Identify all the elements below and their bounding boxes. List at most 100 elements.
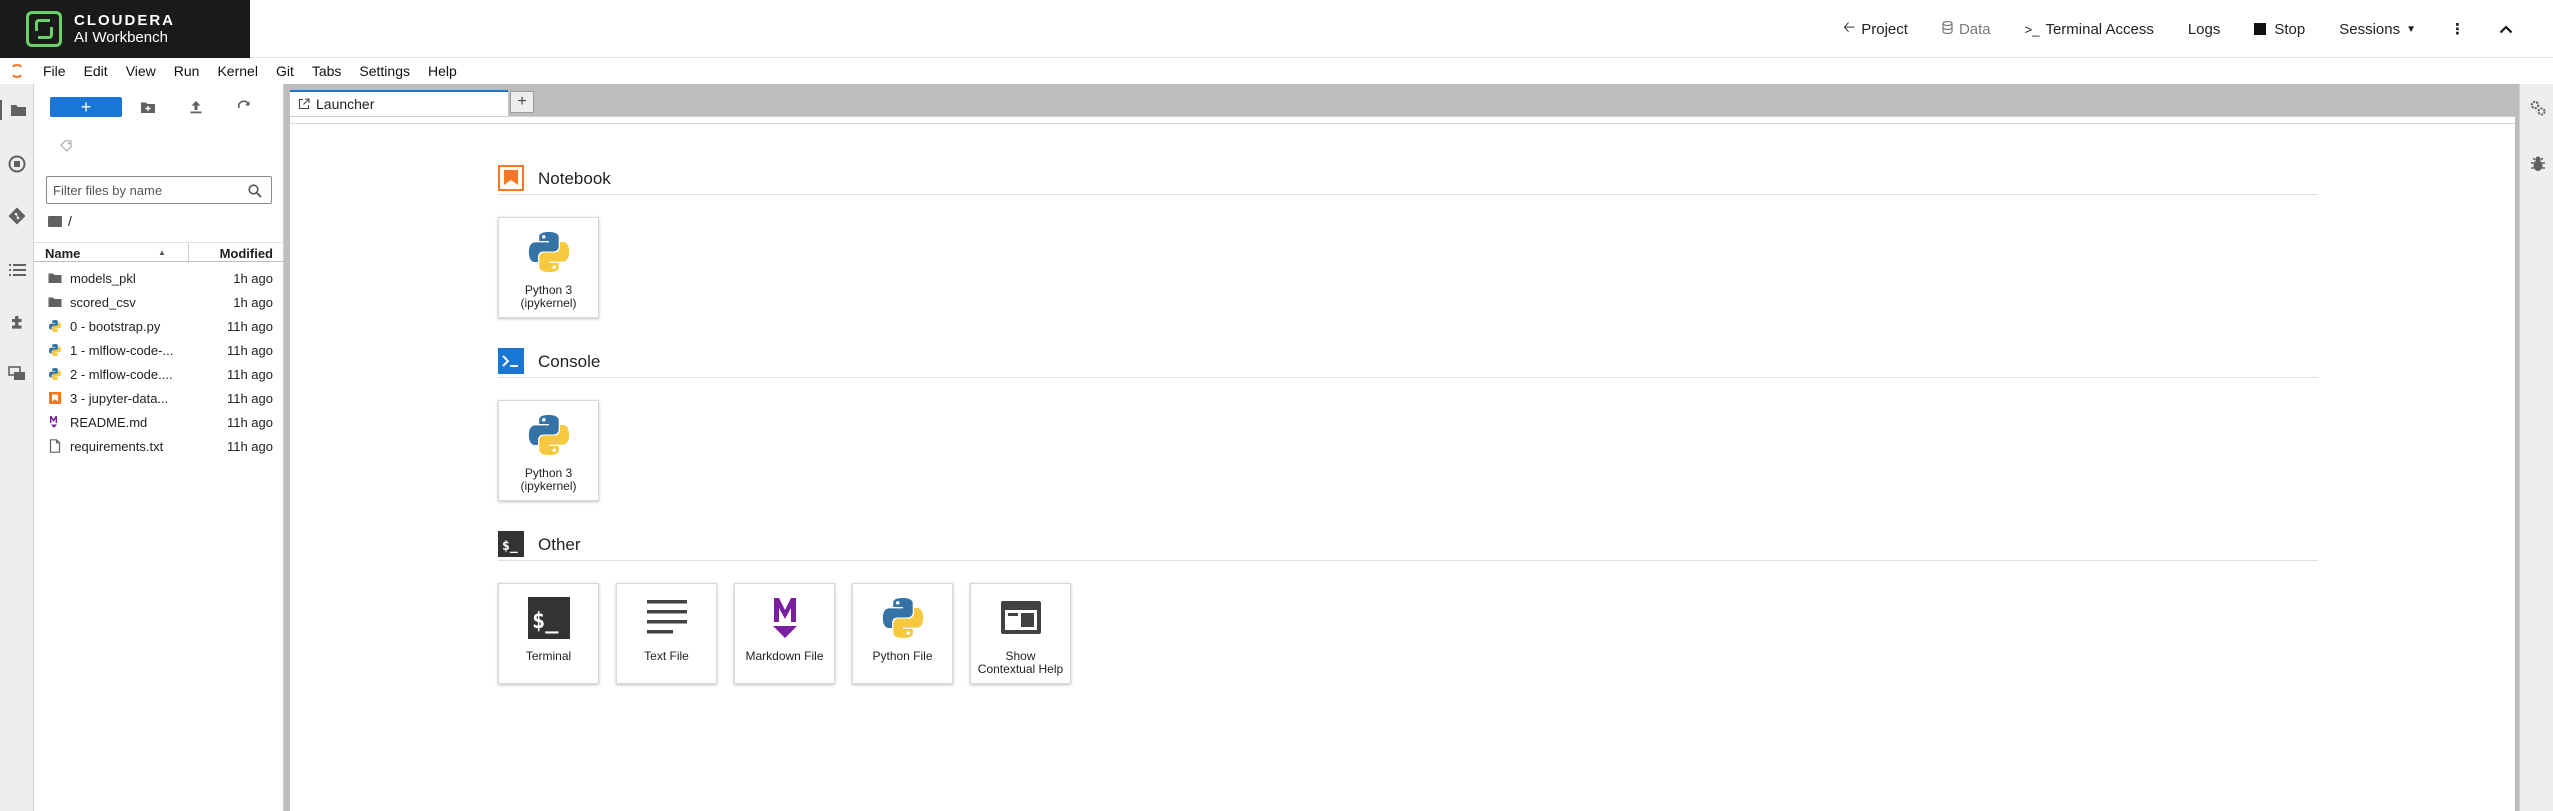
console-python3-card[interactable]: Python 3 (ipykernel) <box>498 400 599 501</box>
sessions-dropdown[interactable]: Sessions ▼ <box>2339 21 2416 38</box>
project-link[interactable]: 🡠 Project <box>1843 17 1908 42</box>
card-label: Markdown File <box>745 649 824 663</box>
file-name: models_pkl <box>70 271 136 286</box>
python-logo-icon <box>528 232 570 272</box>
file-browser-tab[interactable] <box>0 100 34 120</box>
new-launcher-button[interactable]: + <box>50 97 122 117</box>
new-folder-button[interactable] <box>138 98 158 116</box>
cloudera-brand[interactable]: CLOUDERA AI Workbench <box>0 0 250 58</box>
card-label-line2: Contextual Help <box>977 662 1064 676</box>
stop-button[interactable]: Stop <box>2254 21 2305 38</box>
file-list: models_pkl 1h ago scored_csv 1h ago 0 - … <box>34 266 284 458</box>
folder-icon <box>48 297 62 307</box>
add-tab-button[interactable]: + <box>510 91 534 113</box>
menu-git[interactable]: Git <box>267 63 303 79</box>
console-icon <box>498 348 524 374</box>
stop-icon <box>2254 23 2267 35</box>
card-label-line2: (ipykernel) <box>520 296 577 310</box>
logs-link[interactable]: Logs <box>2188 21 2221 38</box>
file-name: requirements.txt <box>70 439 164 454</box>
breadcrumb-root[interactable]: / <box>68 213 72 229</box>
markdown-file-card[interactable]: Markdown File <box>734 583 835 684</box>
notebook-python3-card[interactable]: Python 3 (ipykernel) <box>498 217 599 318</box>
menu-bar: File Edit View Run Kernel Git Tabs Setti… <box>0 58 2553 84</box>
menu-tabs[interactable]: Tabs <box>303 63 351 79</box>
file-browser-panel: + / Name ▲ Modified models_pkl 1h ago <box>34 84 284 811</box>
file-row[interactable]: models_pkl 1h ago <box>34 266 284 290</box>
new-folder-icon <box>141 102 155 113</box>
terminal-access-link[interactable]: >_ Terminal Access <box>2025 21 2154 38</box>
notebook-icon <box>49 392 61 404</box>
console-section-title: Console <box>538 352 601 371</box>
text-file-icon <box>49 439 61 453</box>
column-modified-header[interactable]: Modified <box>220 246 273 261</box>
list-icon <box>8 264 26 276</box>
collapse-header-button[interactable] <box>2499 21 2513 38</box>
column-resize-handle[interactable] <box>188 243 189 263</box>
sort-ascending-icon: ▲ <box>158 248 166 257</box>
file-row[interactable]: 0 - bootstrap.py 11h ago <box>34 314 284 338</box>
menu-kernel[interactable]: Kernel <box>208 63 266 79</box>
terminal-section-icon: $_ <box>498 531 524 557</box>
file-row[interactable]: 2 - mlflow-code.... 11h ago <box>34 362 284 386</box>
text-file-card[interactable]: Text File <box>616 583 717 684</box>
text-lines-icon <box>647 600 687 634</box>
file-list-header: Name ▲ Modified <box>34 242 284 263</box>
kebab-menu-icon: ⋮ <box>2450 21 2465 38</box>
upload-button[interactable] <box>186 98 206 116</box>
file-row[interactable]: scored_csv 1h ago <box>34 290 284 314</box>
git-tab[interactable] <box>7 206 27 226</box>
python-file-icon <box>49 344 61 356</box>
menu-help[interactable]: Help <box>419 63 466 79</box>
file-name: 2 - mlflow-code.... <box>70 367 173 382</box>
menu-edit[interactable]: Edit <box>75 63 117 79</box>
property-inspector-button[interactable] <box>2528 98 2548 118</box>
python-logo-icon <box>528 415 570 455</box>
file-modified: 11h ago <box>226 415 273 430</box>
card-label: Python File <box>872 649 933 663</box>
other-section-header: $_ Other <box>498 531 2318 561</box>
refresh-button[interactable] <box>234 98 254 116</box>
contextual-help-card[interactable]: Show Contextual Help <box>970 583 1071 684</box>
file-row[interactable]: 3 - jupyter-data... 11h ago <box>34 386 284 410</box>
tab-launcher[interactable]: Launcher <box>290 90 508 116</box>
terminal-prompt-icon: >_ <box>2024 21 2040 37</box>
more-options-button[interactable]: ⋮ <box>2450 20 2465 38</box>
menu-file[interactable]: File <box>34 63 75 79</box>
file-filter-input[interactable] <box>53 181 243 199</box>
file-row[interactable]: README.md 11h ago <box>34 410 284 434</box>
terminal-icon: $_ <box>528 597 570 639</box>
svg-text:$_: $_ <box>532 609 559 634</box>
data-link[interactable]: Data <box>1942 20 1991 38</box>
caret-down-icon: ▼ <box>2406 23 2416 35</box>
main-dock-area: Launcher + Notebook Python 3 (ipykernel)… <box>284 84 2519 811</box>
menu-settings[interactable]: Settings <box>350 63 419 79</box>
left-sidebar-rail <box>0 84 34 811</box>
brand-name: CLOUDERA <box>74 11 175 29</box>
python-file-card[interactable]: Python File <box>852 583 953 684</box>
file-modified: 11h ago <box>226 439 273 454</box>
debugger-button[interactable] <box>2528 154 2548 174</box>
menu-view[interactable]: View <box>117 63 165 79</box>
brand-subtitle: AI Workbench <box>74 29 168 46</box>
python-file-icon <box>49 320 61 332</box>
file-modified: 11h ago <box>226 343 273 358</box>
table-of-contents-tab[interactable] <box>7 260 27 280</box>
file-modified: 11h ago <box>226 319 273 334</box>
running-sessions-tab[interactable] <box>7 154 27 174</box>
git-repo-icon[interactable] <box>60 140 74 155</box>
card-label: Text File <box>644 649 689 663</box>
python-logo-icon <box>882 598 924 638</box>
file-name: 0 - bootstrap.py <box>70 319 161 334</box>
menu-run[interactable]: Run <box>165 63 209 79</box>
terminal-card[interactable]: $_ Terminal <box>498 583 599 684</box>
file-name: README.md <box>70 415 148 430</box>
file-row[interactable]: 1 - mlflow-code-... 11h ago <box>34 338 284 362</box>
property-inspector-tab[interactable] <box>7 364 27 384</box>
file-name: 1 - mlflow-code-... <box>70 343 174 358</box>
column-name-header[interactable]: Name <box>45 246 80 261</box>
breadcrumb[interactable]: / <box>48 212 72 230</box>
extension-manager-tab[interactable] <box>7 312 27 332</box>
file-row[interactable]: requirements.txt 11h ago <box>34 434 284 458</box>
folder-icon <box>10 105 26 116</box>
